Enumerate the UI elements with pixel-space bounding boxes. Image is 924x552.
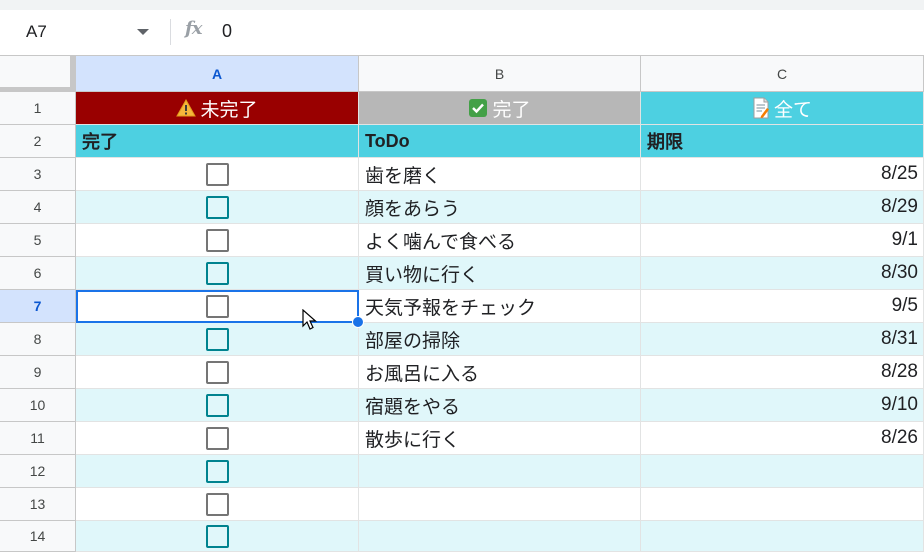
task-checkbox[interactable] (205, 524, 229, 548)
done-cell[interactable] (76, 224, 359, 257)
row-header-9[interactable]: 9 (0, 356, 76, 389)
row-header-2[interactable]: 2 (0, 125, 76, 158)
due-cell[interactable]: 9/5 (641, 290, 924, 323)
task-checkbox[interactable] (205, 327, 229, 351)
row-header-7[interactable]: 7 (0, 290, 76, 323)
todo-cell[interactable]: 部屋の掃除 (359, 323, 641, 356)
fill-handle[interactable] (352, 316, 364, 328)
todo-cell[interactable]: 宿題をやる (359, 389, 641, 422)
row-header-11[interactable]: 11 (0, 422, 76, 455)
done-cell[interactable] (76, 389, 359, 422)
done-cell[interactable] (76, 455, 359, 488)
row-header-10[interactable]: 10 (0, 389, 76, 422)
due-cell[interactable] (641, 455, 924, 488)
row-header-3[interactable]: 3 (0, 158, 76, 191)
due-cell[interactable]: 9/1 (641, 224, 924, 257)
row-header-1[interactable]: 1 (0, 92, 76, 125)
due-cell[interactable]: 8/30 (641, 257, 924, 290)
todo-cell[interactable]: 天気予報をチェック (359, 290, 641, 323)
todo-cell[interactable] (359, 455, 641, 488)
chevron-down-icon[interactable] (137, 29, 149, 35)
done-cell[interactable] (76, 521, 359, 552)
formula-input[interactable]: 0 (222, 21, 232, 42)
due-cell[interactable] (641, 521, 924, 552)
due-cell[interactable]: 8/26 (641, 422, 924, 455)
task-checkbox[interactable] (205, 162, 229, 186)
task-checkbox[interactable] (205, 360, 229, 384)
warning-icon (176, 99, 197, 117)
done-cell[interactable] (76, 422, 359, 455)
todo-cell[interactable] (359, 488, 641, 521)
task-checkbox[interactable] (205, 294, 229, 318)
filter-complete-label: 完了 (492, 99, 531, 121)
task-checkbox[interactable] (205, 228, 229, 252)
filter-complete-button[interactable]: 完了 (359, 92, 641, 125)
row-header-13[interactable]: 13 (0, 488, 76, 521)
todo-cell[interactable]: よく噛んで食べる (359, 224, 641, 257)
memo-icon (753, 97, 769, 119)
done-cell[interactable] (76, 323, 359, 356)
task-checkbox[interactable] (205, 261, 229, 285)
done-cell[interactable] (76, 257, 359, 290)
header-todo[interactable]: ToDo (359, 125, 641, 158)
due-cell[interactable] (641, 488, 924, 521)
done-cell[interactable] (76, 290, 359, 323)
todo-cell[interactable]: お風呂に入る (359, 356, 641, 389)
row-header-5[interactable]: 5 (0, 224, 76, 257)
filter-all-label: 全て (773, 99, 812, 121)
todo-cell[interactable] (359, 521, 641, 552)
due-cell[interactable]: 9/10 (641, 389, 924, 422)
header-done[interactable]: 完了 (76, 125, 359, 158)
filter-incomplete-label: 未完了 (200, 99, 258, 121)
todo-cell[interactable]: 歯を磨く (359, 158, 641, 191)
done-cell[interactable] (76, 158, 359, 191)
done-cell[interactable] (76, 191, 359, 224)
column-header-a[interactable]: A (76, 56, 359, 92)
column-header-b[interactable]: B (359, 56, 641, 92)
task-checkbox[interactable] (205, 195, 229, 219)
done-cell[interactable] (76, 488, 359, 521)
filter-all-button[interactable]: 全て (641, 92, 924, 125)
fx-icon: fx (185, 18, 203, 39)
column-header-c[interactable]: C (641, 56, 924, 92)
row-header-8[interactable]: 8 (0, 323, 76, 356)
todo-cell[interactable]: 買い物に行く (359, 257, 641, 290)
due-cell[interactable]: 8/25 (641, 158, 924, 191)
task-checkbox[interactable] (205, 492, 229, 516)
formula-bar: A7 fx 0 (0, 0, 924, 56)
task-checkbox[interactable] (205, 426, 229, 450)
todo-cell[interactable]: 顔をあらう (359, 191, 641, 224)
due-cell[interactable]: 8/28 (641, 356, 924, 389)
header-due[interactable]: 期限 (641, 125, 924, 158)
due-cell[interactable]: 8/29 (641, 191, 924, 224)
row-header-6[interactable]: 6 (0, 257, 76, 290)
divider (170, 19, 171, 45)
filter-incomplete-button[interactable]: 未完了 (76, 92, 359, 125)
task-checkbox[interactable] (205, 459, 229, 483)
done-cell[interactable] (76, 356, 359, 389)
todo-cell[interactable]: 散歩に行く (359, 422, 641, 455)
toolbar-edge (0, 0, 924, 10)
row-header-4[interactable]: 4 (0, 191, 76, 224)
due-cell[interactable]: 8/31 (641, 323, 924, 356)
task-checkbox[interactable] (205, 393, 229, 417)
row-header-14[interactable]: 14 (0, 521, 76, 552)
row-header-12[interactable]: 12 (0, 455, 76, 488)
checkmark-icon (469, 99, 488, 117)
